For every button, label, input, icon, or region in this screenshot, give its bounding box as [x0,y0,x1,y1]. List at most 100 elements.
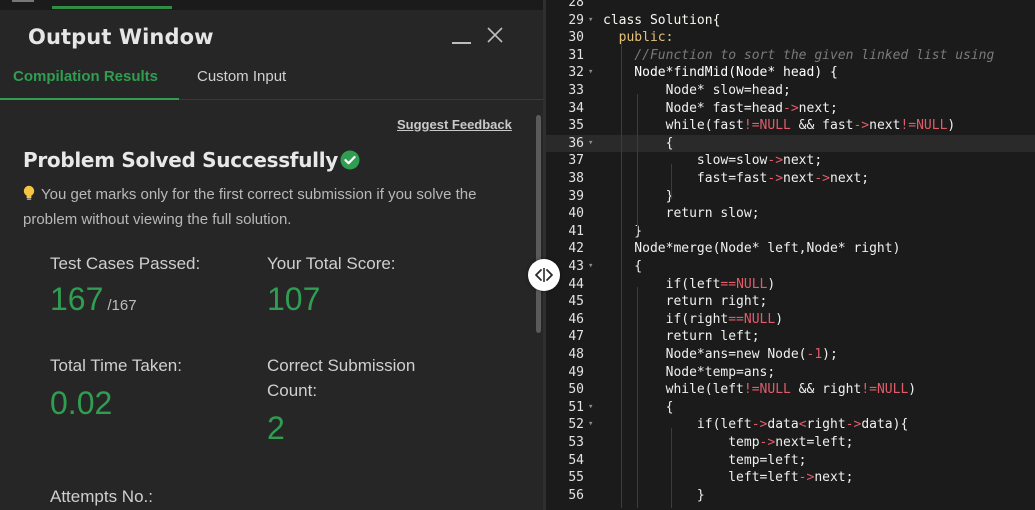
split-handle-icon[interactable] [528,259,560,291]
line-number: 51 [568,399,584,415]
fold-arrow-icon[interactable]: ▾ [588,135,593,153]
code-line[interactable]: 40 return slow; [546,205,1035,223]
line-number: 32 [568,65,584,81]
fold-arrow-icon[interactable]: ▾ [588,399,593,417]
code-line[interactable]: 30 public: [546,29,1035,47]
code-text: while(left!=NULL && right!=NULL) [603,381,917,399]
code-line[interactable]: 32 ▾ Node*findMid(Node* head) { [546,64,1035,82]
code-line[interactable]: 49 Node*temp=ans; [546,364,1035,382]
line-number: 54 [568,452,584,468]
line-number: 39 [568,188,584,204]
code-line[interactable]: 56 } [546,487,1035,505]
code-text: Node*ans=new Node(-1); [603,346,838,364]
line-number: 30 [568,30,584,46]
code-token: != [900,118,917,134]
submission-count-label: Correct Submission Count: [267,356,416,400]
code-token: -> [853,118,870,134]
code-line[interactable]: 36 ▾ { [546,134,1035,153]
code-token: == [728,311,744,327]
code-editor[interactable]: 28 29 ▾ class Solution{30 public: 31 //Funct… [546,0,1035,510]
minimize-icon[interactable] [452,42,471,44]
code-token: right [806,417,846,433]
output-header: Output Window [0,10,543,58]
code-line[interactable]: 53 temp->next=left; [546,434,1035,452]
code-token: class Solution{ [603,12,721,28]
code-token: return slow; [603,206,760,222]
code-token: -> [814,171,830,186]
code-token: == [720,276,737,292]
code-line[interactable]: 31 //Function to sort the given linked l… [546,47,1035,65]
code-token: while(left [603,382,744,398]
code-line[interactable]: 54 temp=left; [546,452,1035,470]
line-number: 33 [568,83,584,98]
output-tabs: Compilation Results Custom Input [0,58,543,100]
submission-note-text: You get marks only for the first correct… [23,186,477,228]
code-text: left=left->next; [603,469,853,487]
code-token: -> [783,100,799,116]
code-line[interactable]: 44 if(left==NULL) [546,276,1035,294]
code-text: public: [603,29,674,47]
code-token: Node*findMid(Node* head) { [603,65,838,81]
indent-guide [621,41,622,508]
code-token: -1 [806,347,823,362]
code-line[interactable]: 52 ▾ if(left->data<right->data){ [546,416,1035,434]
line-number: 40 [568,206,584,222]
code-line[interactable]: 38 fast=fast->next->next; [546,170,1035,188]
code-line[interactable]: 41 } [546,223,1035,241]
code-token: //Function to sort the given linked list… [634,47,995,63]
code-line[interactable]: 55 left=left->next; [546,469,1035,487]
fold-arrow-icon[interactable]: ▾ [588,258,593,276]
top-strip [0,0,543,10]
code-token: -> [767,171,784,186]
code-line[interactable]: 33 Node* slow=head; [546,82,1035,100]
line-number: 34 [568,100,584,116]
code-line[interactable]: 35 while(fast!=NULL && fast->next!=NULL) [546,117,1035,135]
line-number: 49 [568,364,584,380]
code-line[interactable]: 45 return right; [546,293,1035,311]
code-line[interactable]: 51 ▾ { [546,399,1035,417]
code-line[interactable]: 46 if(right==NULL) [546,311,1035,329]
tab-compilation-results[interactable]: Compilation Results [13,68,158,85]
suggest-feedback-link[interactable]: Suggest Feedback [397,117,512,132]
fold-arrow-icon[interactable]: ▾ [588,12,593,30]
code-token: != [743,382,760,398]
test-cases-value: 167/167 [50,281,137,318]
code-line[interactable]: 47 return left; [546,328,1035,346]
code-text: { [603,399,674,417]
check-circle-icon [340,150,360,170]
code-text: Node* fast=head->next; [603,100,838,118]
code-text: } [603,188,674,206]
code-token: Node* slow=head; [603,83,791,98]
output-window: Output Window Compilation Results Custom… [0,0,543,510]
time-label: Total Time Taken: [50,356,182,375]
code-line[interactable]: 39 } [546,188,1035,206]
score-value: 107 [267,281,321,317]
menu-icon[interactable] [12,0,34,2]
code-line[interactable]: 43 ▾ { [546,258,1035,276]
code-token: { [603,399,674,415]
code-token: left=left [603,470,799,486]
status-title: Problem Solved Successfully [23,148,360,172]
close-icon[interactable] [486,26,504,44]
fold-arrow-icon[interactable]: ▾ [588,64,593,82]
code-text: temp=left; [603,452,806,470]
code-line[interactable]: 48 Node*ans=new Node(-1); [546,346,1035,364]
code-line[interactable]: 42 Node*merge(Node* left,Node* right) [546,240,1035,258]
code-line[interactable]: 34 Node* fast=head->next; [546,100,1035,118]
code-line[interactable]: 37 slow=slow->next; [546,152,1035,170]
code-line[interactable]: 28 [546,0,1035,12]
fold-arrow-icon[interactable]: ▾ [588,416,593,434]
code-line[interactable]: 29 ▾ class Solution{ [546,12,1035,30]
tab-custom-input[interactable]: Custom Input [197,68,286,85]
line-number: 55 [568,470,584,486]
code-token: -> [798,470,815,486]
output-scrollbar[interactable] [536,115,541,333]
code-token: != [743,118,760,134]
lightbulb-icon [23,184,35,200]
code-text: temp->next=left; [603,434,853,452]
code-line[interactable]: 50 while(left!=NULL && right!=NULL) [546,381,1035,399]
code-token: } [603,188,674,204]
code-token: -> [751,417,768,433]
